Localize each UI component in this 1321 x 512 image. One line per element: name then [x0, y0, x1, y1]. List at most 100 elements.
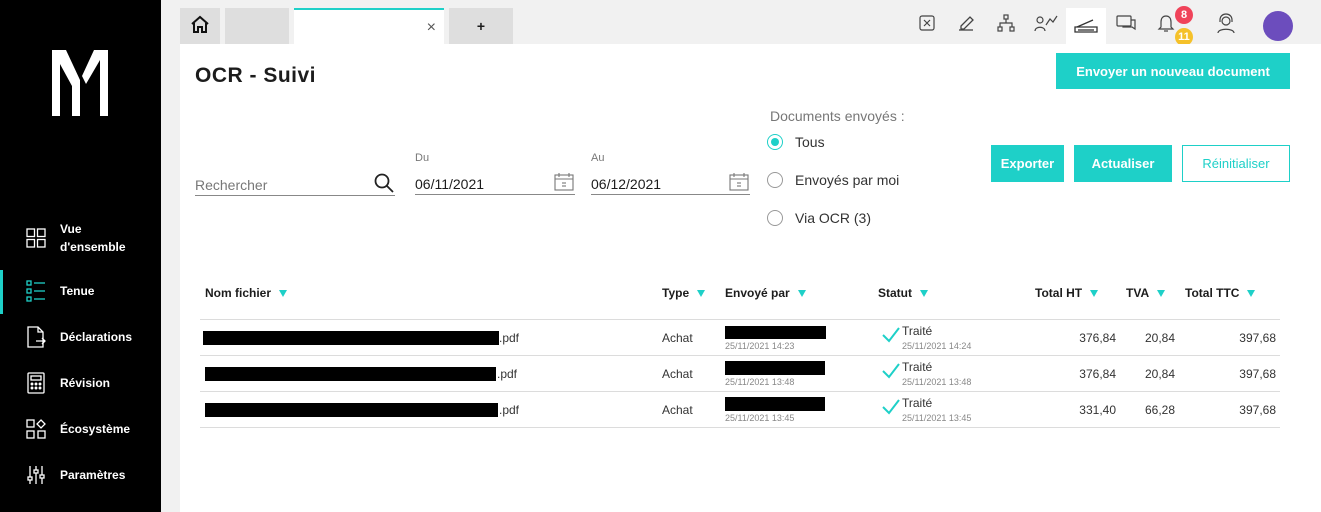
calculator-keypad-icon[interactable]	[914, 10, 940, 36]
sort-arrow-icon	[797, 289, 806, 297]
table-row[interactable]: .pdf Achat 25/11/2021 13:48 Traité 25/11…	[200, 356, 1280, 392]
table-row[interactable]: .pdf Achat 25/11/2021 14:23 Traité 25/11…	[200, 320, 1280, 356]
header-label: Type	[662, 286, 690, 300]
new-document-button[interactable]: Envoyer un nouveau document	[1056, 53, 1290, 89]
chat-icon[interactable]	[1113, 10, 1139, 36]
column-header-type[interactable]: Type	[662, 286, 706, 300]
reset-button[interactable]: Réinitialiser	[1182, 145, 1290, 182]
edit-icon[interactable]	[953, 10, 979, 36]
radio-button[interactable]	[767, 134, 783, 150]
close-icon[interactable]: ×	[427, 19, 436, 37]
column-header-filename[interactable]: Nom fichier	[205, 286, 288, 300]
sidebar-item-ecosysteme[interactable]: Écosystème	[0, 409, 161, 449]
table-row[interactable]: .pdf Achat 25/11/2021 13:45 Traité 25/11…	[200, 392, 1280, 428]
search-input[interactable]	[195, 168, 395, 195]
tva-cell: 20,84	[1144, 331, 1175, 345]
total-ttc-cell: 397,68	[1239, 331, 1276, 345]
sidebar-item-declarations[interactable]: Déclarations	[0, 317, 161, 357]
support-agent-icon[interactable]	[1213, 10, 1239, 36]
date-from-input[interactable]	[415, 167, 575, 194]
tab-current[interactable]: ×	[294, 8, 444, 44]
sort-arrow-icon	[697, 289, 706, 297]
check-icon	[882, 327, 900, 343]
calendar-icon[interactable]	[728, 171, 750, 193]
date-from-field	[415, 167, 575, 195]
sidebar-item-label: Tenue	[60, 284, 95, 298]
status-date: 25/11/2021 13:48	[902, 377, 972, 387]
sort-arrow-icon	[1247, 289, 1256, 297]
header-label: TVA	[1126, 286, 1150, 300]
notification-badge-red: 8	[1175, 6, 1193, 24]
checklist-icon	[25, 280, 47, 302]
column-header-sent-by[interactable]: Envoyé par	[725, 286, 806, 300]
radio-all[interactable]: Tous	[767, 134, 825, 150]
document-arrow-icon	[25, 326, 47, 348]
sort-arrow-icon	[920, 289, 928, 297]
grid-icon	[25, 227, 47, 249]
sort-arrow-icon	[1090, 289, 1099, 297]
sidebar-item-revision[interactable]: Révision	[0, 363, 161, 403]
sidebar-item-label: Révision	[60, 376, 111, 390]
total-ttc-cell: 397,68	[1239, 403, 1276, 417]
calendar-icon[interactable]	[553, 171, 575, 193]
radio-label: Tous	[795, 134, 825, 150]
top-bar: × + 8 11	[161, 0, 1321, 46]
tab-home[interactable]	[180, 8, 220, 44]
tab-add-button[interactable]: +	[449, 8, 513, 44]
radio-via-ocr[interactable]: Via OCR (3)	[767, 210, 871, 226]
sent-date: 25/11/2021 13:48	[725, 377, 795, 387]
app-logo[interactable]	[50, 46, 110, 116]
sort-arrow-icon	[279, 289, 288, 297]
redacted-filename	[205, 367, 496, 381]
sidebar-item-label: Déclarations	[60, 330, 133, 344]
status-date: 25/11/2021 14:24	[902, 341, 972, 351]
header-label: Nom fichier	[205, 286, 272, 300]
status-label: Traité	[902, 396, 933, 410]
status-label: Traité	[902, 360, 933, 374]
sidebar-item-overview[interactable]: Vue d'ensemble	[0, 218, 161, 258]
search-field	[195, 168, 395, 196]
refresh-button[interactable]: Actualiser	[1074, 145, 1172, 182]
total-ht-cell: 376,84	[1079, 367, 1116, 381]
column-header-status[interactable]: Statut	[878, 286, 928, 300]
header-label: Total TTC	[1185, 286, 1240, 300]
chart-people-icon[interactable]	[1033, 10, 1059, 36]
export-button[interactable]: Exporter	[991, 145, 1064, 182]
sidebar-item-parametres[interactable]: Paramètres	[0, 455, 161, 495]
radio-button[interactable]	[767, 210, 783, 226]
file-extension: .pdf	[499, 331, 520, 345]
sliders-icon	[25, 464, 47, 486]
search-icon[interactable]	[373, 172, 395, 194]
radio-sent-by-me[interactable]: Envoyés par moi	[767, 172, 899, 188]
home-icon	[190, 15, 210, 38]
calculator-icon	[25, 372, 47, 394]
plus-icon: +	[476, 18, 486, 34]
sidebar-item-tenue[interactable]: Tenue	[0, 268, 161, 314]
sort-arrow-icon	[1157, 289, 1166, 297]
file-extension: .pdf	[499, 403, 520, 417]
sidebar: Vue d'ensemble Tenue Déclarations Révisi…	[0, 0, 161, 512]
column-header-total-ht[interactable]: Total HT	[1035, 286, 1099, 300]
avatar[interactable]	[1263, 11, 1293, 41]
status-date: 25/11/2021 13:45	[902, 413, 972, 423]
file-extension: .pdf	[497, 367, 518, 381]
radio-button[interactable]	[767, 172, 783, 188]
type-cell: Achat	[662, 331, 693, 345]
redacted-sender	[725, 361, 825, 375]
column-header-total-ttc[interactable]: Total TTC	[1185, 286, 1256, 300]
header-label: Total HT	[1035, 286, 1083, 300]
scanner-icon[interactable]	[1066, 8, 1106, 44]
radio-label: Envoyés par moi	[795, 172, 900, 188]
type-cell: Achat	[662, 367, 693, 381]
sent-date: 25/11/2021 13:45	[725, 413, 795, 423]
radio-label: Via OCR (3)	[795, 210, 871, 226]
date-to-input[interactable]	[591, 167, 750, 194]
redacted-sender	[725, 397, 825, 411]
documents-sent-title: Documents envoyés :	[770, 108, 905, 124]
to-label: Au	[591, 152, 605, 164]
tab-blank[interactable]	[225, 8, 289, 44]
column-header-tva[interactable]: TVA	[1126, 286, 1166, 300]
network-icon[interactable]	[993, 10, 1019, 36]
tva-cell: 66,28	[1144, 403, 1175, 417]
total-ht-cell: 331,40	[1079, 403, 1116, 417]
